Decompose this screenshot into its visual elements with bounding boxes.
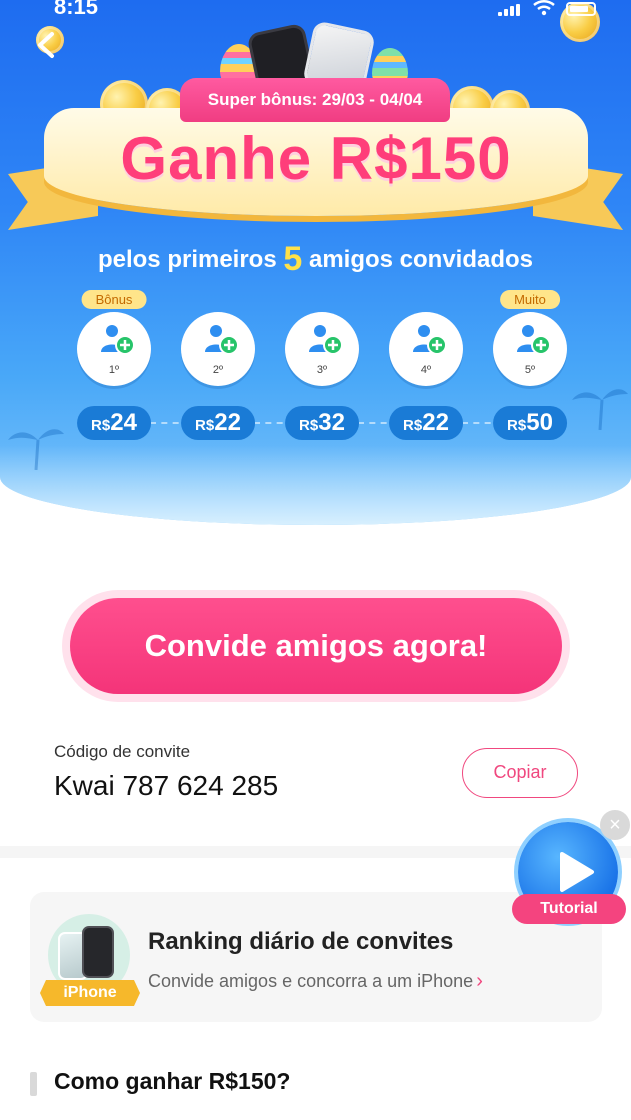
battery-icon bbox=[566, 2, 596, 16]
tier-currency: R$ bbox=[91, 417, 111, 434]
tier-amount: R$50 bbox=[493, 406, 567, 440]
add-friend-icon bbox=[309, 325, 342, 355]
section-marker bbox=[30, 1072, 37, 1096]
subhead-prefix: pelos primeiros bbox=[97, 246, 277, 273]
tier-amount: R$22 bbox=[181, 406, 255, 440]
tier-avatar: 5º bbox=[493, 312, 567, 386]
tier-currency: R$ bbox=[299, 417, 319, 434]
invite-code-value: Kwai 787 624 285 bbox=[54, 770, 279, 801]
wifi-icon bbox=[533, 0, 555, 16]
tier-value: 32 bbox=[318, 409, 345, 436]
tier-currency: R$ bbox=[403, 417, 423, 434]
play-icon bbox=[560, 852, 594, 892]
tier-avatar: 2º bbox=[181, 312, 255, 386]
tier-currency: R$ bbox=[507, 417, 527, 434]
hero-glow bbox=[0, 445, 631, 525]
tier-value: 22 bbox=[214, 409, 241, 436]
tier-amount: R$22 bbox=[389, 406, 463, 440]
add-friend-icon bbox=[517, 325, 550, 355]
tier-amount: R$24 bbox=[77, 406, 151, 440]
signal-icon bbox=[498, 4, 520, 16]
status-time: 8:15 bbox=[54, 0, 99, 19]
promo-period-pill: Super bônus: 29/03 - 04/04 bbox=[180, 78, 450, 122]
tier-avatar: 1º bbox=[77, 312, 151, 386]
headline: Ganhe R$150 bbox=[120, 125, 512, 192]
tier-value: 24 bbox=[110, 409, 137, 436]
tier-currency: R$ bbox=[195, 417, 215, 434]
ranking-subtitle: Convide amigos e concorra a um iPhone › bbox=[148, 970, 483, 993]
iphone-label: iPhone bbox=[40, 980, 140, 1006]
tier-order: 5º bbox=[524, 364, 536, 376]
tier-tag: Bônus bbox=[81, 290, 147, 309]
tier-5: Muito 5º R$50 bbox=[478, 290, 582, 450]
back-arrow-icon[interactable] bbox=[28, 26, 66, 64]
tier-order: 4º bbox=[420, 364, 432, 376]
subhead-suffix: amigos convidados bbox=[308, 246, 534, 273]
tier-1: Bônus 1º R$24 bbox=[62, 290, 166, 450]
tier-amount: R$32 bbox=[285, 406, 359, 440]
tier-4: 4º R$22 bbox=[374, 290, 478, 450]
phone-dark-image bbox=[82, 926, 114, 978]
tier-order: 1º bbox=[108, 364, 120, 376]
palm-left-icon bbox=[8, 429, 64, 470]
reward-tiers: Bônus 1º R$24 2º R$22 3º R$32 4º R$22 Mu… bbox=[62, 290, 582, 450]
chevron-right-icon: › bbox=[476, 970, 483, 992]
ranking-title: Ranking diário de convites bbox=[148, 928, 454, 955]
add-friend-icon bbox=[205, 325, 238, 355]
copy-button[interactable]: Copiar bbox=[462, 748, 578, 798]
tier-avatar: 3º bbox=[285, 312, 359, 386]
add-friend-icon bbox=[413, 325, 446, 355]
howto-title: Como ganhar R$150? bbox=[54, 1068, 291, 1094]
tier-order: 3º bbox=[316, 364, 328, 376]
subhead-number: 5 bbox=[283, 240, 303, 278]
subhead: pelos primeiros 5 amigos convidados bbox=[0, 240, 631, 279]
tier-2: 2º R$22 bbox=[166, 290, 270, 450]
tier-value: 50 bbox=[526, 409, 553, 436]
add-friend-icon bbox=[101, 325, 134, 355]
invite-code-label: Código de convite bbox=[54, 742, 191, 761]
tier-value: 22 bbox=[422, 409, 449, 436]
hero-banner: Super bônus: 29/03 - 04/04 Ganhe R$150 p… bbox=[0, 0, 631, 525]
status-bar: 8:15 bbox=[0, 0, 631, 24]
tier-3: 3º R$32 bbox=[270, 290, 374, 450]
ranking-subtitle-text: Convide amigos e concorra a um iPhone bbox=[148, 971, 474, 991]
tier-tag: Muito bbox=[500, 290, 560, 309]
invite-friends-button[interactable]: Convide amigos agora! bbox=[70, 598, 562, 694]
tier-order: 2º bbox=[212, 364, 224, 376]
close-icon[interactable]: × bbox=[600, 810, 630, 840]
tier-avatar: 4º bbox=[389, 312, 463, 386]
tutorial-label[interactable]: Tutorial bbox=[512, 894, 626, 924]
